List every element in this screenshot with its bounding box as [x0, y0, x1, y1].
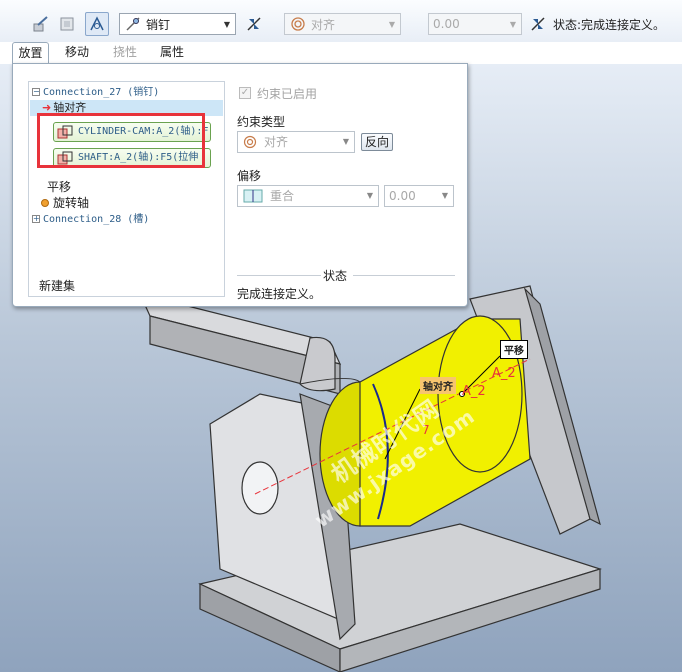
- offset-type-field[interactable]: 重合 ▼: [237, 185, 379, 207]
- dashboard-tabs: 放置 移动 挠性 属性: [0, 42, 682, 64]
- dashboard-toolbar: 销钉 ▼ 对齐 ▼ 0.00 ▼ 状态:完成连接定义。: [0, 0, 682, 42]
- constraint-type-label: 约束类型: [237, 115, 286, 129]
- flip-connection-icon[interactable]: [242, 12, 266, 36]
- axis-label: A_2: [492, 366, 516, 381]
- collapse-icon[interactable]: −: [32, 88, 40, 96]
- pin-icon: [126, 17, 140, 31]
- highlight-frame: [37, 113, 205, 168]
- align-icon: [291, 17, 305, 31]
- constraint-type-field[interactable]: 对齐 ▼: [237, 131, 355, 153]
- new-set-link[interactable]: 新建集: [39, 277, 75, 294]
- tree-item-translate[interactable]: 平移: [47, 179, 71, 195]
- status-message: 完成连接定义。: [237, 287, 322, 301]
- chevron-down-icon[interactable]: ▼: [219, 14, 235, 34]
- expand-icon[interactable]: +: [32, 215, 40, 223]
- align-icon: [243, 135, 257, 149]
- tab-move[interactable]: 移动: [57, 42, 97, 64]
- flip-button[interactable]: 反向: [361, 133, 394, 151]
- status-separator-right: [353, 275, 455, 276]
- chevron-down-icon[interactable]: ▼: [437, 186, 453, 206]
- connection-type-select[interactable]: 销钉 ▼: [119, 13, 236, 35]
- status-dot-icon: [41, 199, 49, 207]
- constraint-type-select[interactable]: 对齐 ▼: [284, 13, 401, 35]
- tab-flexibility[interactable]: 挠性: [105, 42, 145, 64]
- offset-input[interactable]: 0.00 ▼: [428, 13, 522, 35]
- status-heading: 状态: [323, 269, 348, 283]
- connection-type-value: 销钉: [146, 17, 171, 32]
- toolbar-status: 状态:完成连接定义。: [553, 18, 666, 32]
- user-defined-icon[interactable]: [29, 12, 53, 36]
- tab-properties[interactable]: 属性: [152, 42, 192, 64]
- tree-item-connection-28[interactable]: + Connection_28 (槽): [32, 211, 149, 227]
- constraint-enabled-checkbox[interactable]: ✓: [239, 87, 251, 99]
- connection-mode-icon[interactable]: [85, 12, 109, 36]
- placement-panel: − Connection_27 (销钉) ➜ 轴对齐 CYLINDER-CAM:A_…: [12, 63, 468, 307]
- axis-label-2: A_2: [462, 384, 486, 399]
- constraint-type-value: 对齐: [311, 17, 336, 32]
- coincident-icon: [243, 189, 263, 203]
- chevron-down-icon[interactable]: ▼: [338, 132, 354, 152]
- tab-placement[interactable]: 放置: [12, 42, 49, 64]
- tree-item-rotation-axis[interactable]: 旋转轴: [41, 195, 89, 211]
- chevron-down-icon[interactable]: ▼: [362, 186, 378, 206]
- offset-value-field[interactable]: 0.00 ▼: [384, 185, 454, 207]
- offset-label: 偏移: [237, 169, 262, 183]
- component-window-icon[interactable]: [55, 12, 79, 36]
- chevron-down-icon[interactable]: ▼: [505, 14, 521, 34]
- constraint-tree: − Connection_27 (销钉) ➜ 轴对齐 CYLINDER-CAM:A_…: [28, 81, 225, 297]
- constraint-enabled-label: 约束已启用: [257, 87, 318, 101]
- callout-translate[interactable]: 平移: [500, 340, 528, 359]
- flip-offset-icon[interactable]: [526, 12, 550, 36]
- status-separator-left: [237, 275, 321, 276]
- chevron-down-icon[interactable]: ▼: [384, 14, 400, 34]
- offset-value: 0.00: [433, 17, 460, 31]
- tree-item-connection-27[interactable]: − Connection_27 (销钉): [32, 84, 159, 100]
